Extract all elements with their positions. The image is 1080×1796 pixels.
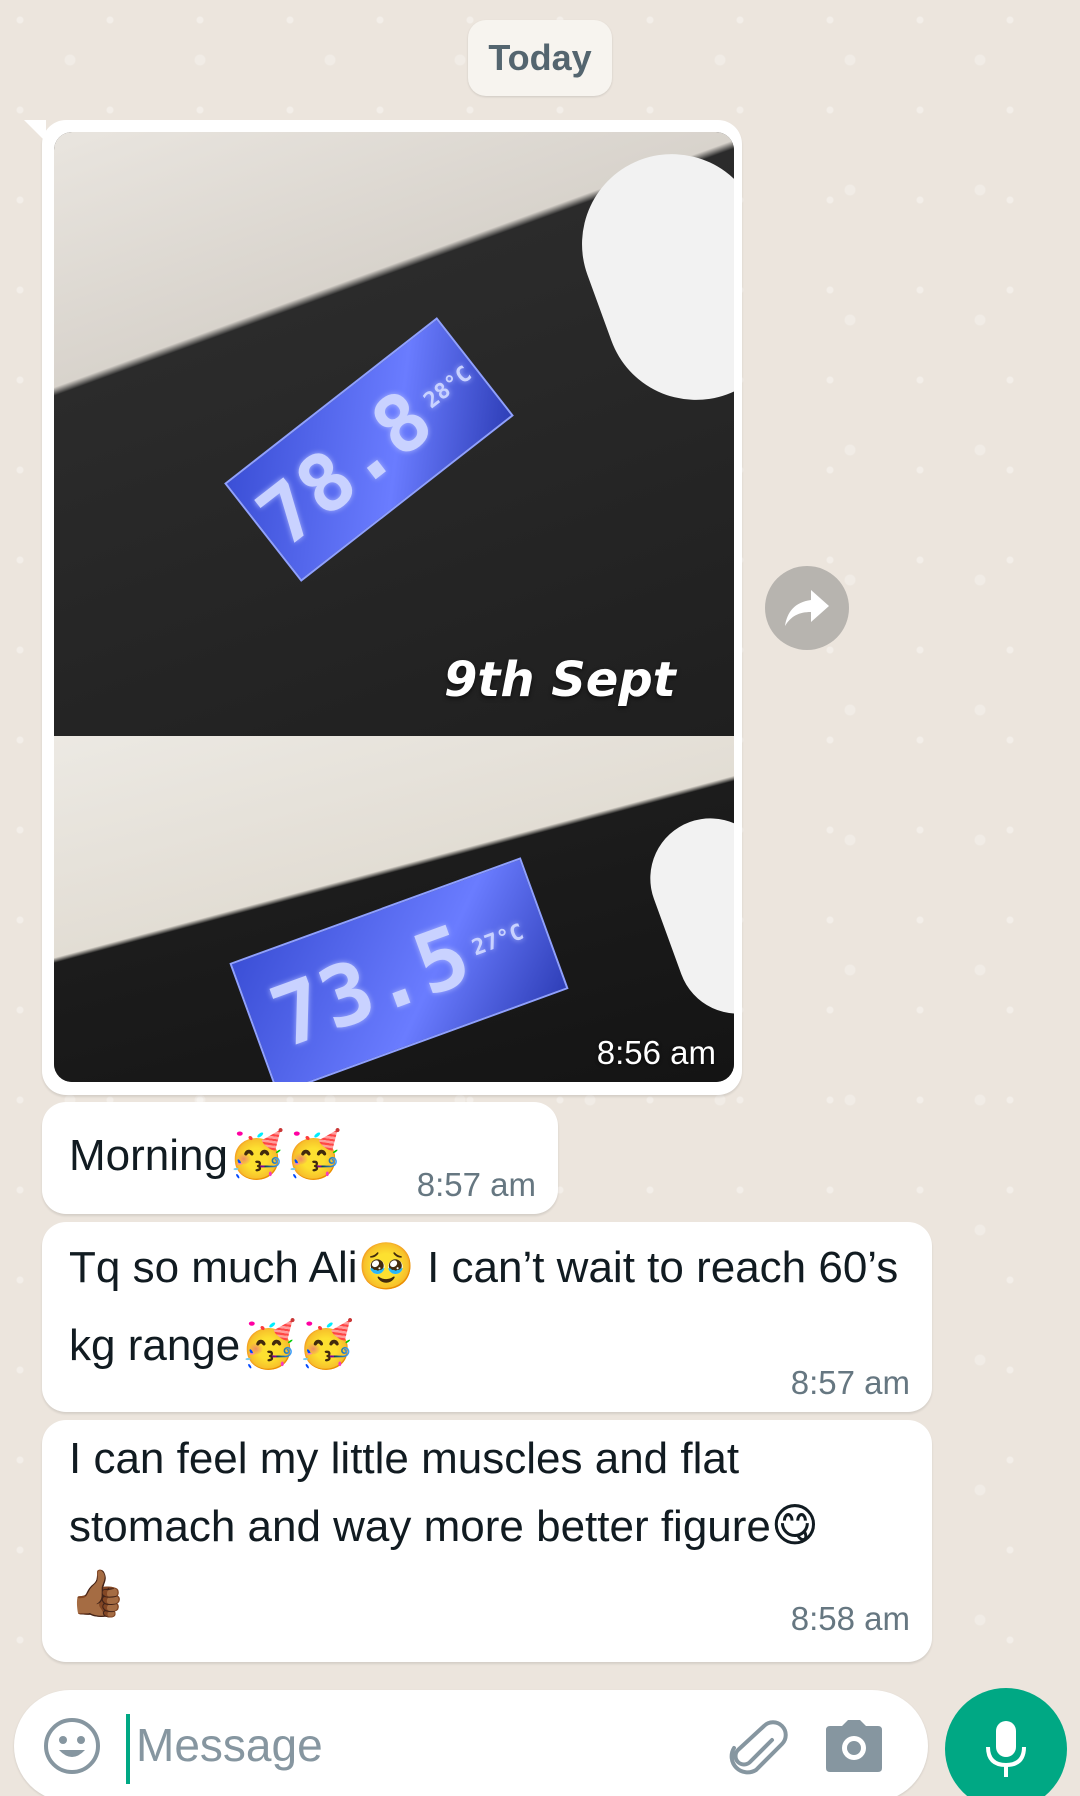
- message-text-part: I can feel my little muscles and flat st…: [69, 1434, 771, 1551]
- message-text: Tq so much Ali🥹 I can’t wait to reach 60…: [69, 1228, 905, 1384]
- message-time: 8:57 am: [416, 1166, 536, 1203]
- message-time: 8:58 am: [790, 1600, 910, 1637]
- message-bubble[interactable]: Morning🥳🥳 8:57 am: [42, 1102, 558, 1214]
- thumbs-up-emoji: 👍🏾: [69, 1567, 127, 1619]
- scale-pad: [633, 801, 734, 1031]
- message-text: Morning: [69, 1131, 228, 1180]
- text-caret: [126, 1714, 130, 1784]
- scale-bottom-reading: 73.5: [258, 905, 483, 1068]
- date-chip: Today: [468, 20, 612, 96]
- smiley-icon[interactable]: [42, 1716, 102, 1776]
- photo-top-scale: 78.8 28°C 9th Sept: [54, 132, 734, 736]
- scale-display-top: 78.8 28°C: [224, 317, 514, 582]
- message-input[interactable]: Message: [136, 1718, 323, 1772]
- message-bubble[interactable]: I can feel my little muscles and flat st…: [42, 1420, 932, 1662]
- teary-emoji: 🥹: [357, 1240, 415, 1292]
- yum-emoji: 😋: [770, 1499, 819, 1551]
- scale-top-reading: 78.8: [240, 372, 450, 565]
- message-time: 8:56 am: [596, 1034, 716, 1071]
- camera-icon[interactable]: [824, 1718, 884, 1774]
- message-text: I can feel my little muscles and flat st…: [69, 1426, 905, 1628]
- scale-display-bottom: 73.5 27°C: [229, 857, 569, 1082]
- party-emoji: 🥳🥳: [240, 1318, 355, 1370]
- message-bubble[interactable]: Tq so much Ali🥹 I can’t wait to reach 60…: [42, 1222, 932, 1412]
- message-text-part: Tq so much Ali: [69, 1243, 358, 1292]
- scale-pad: [556, 132, 734, 426]
- photo-caption: 9th Sept: [444, 652, 676, 708]
- photo-bottom-scale: 73.5 27°C: [54, 736, 734, 1082]
- message-photo[interactable]: 78.8 28°C 9th Sept 73.5 27°C 8:56 am: [54, 132, 734, 1082]
- party-emoji: 🥳🥳: [227, 1128, 343, 1180]
- scale-bottom-temp: 27°C: [468, 919, 527, 961]
- mic-icon: [986, 1721, 1026, 1777]
- message-composer[interactable]: Message: [14, 1690, 928, 1796]
- forward-icon: [785, 590, 829, 626]
- image-message[interactable]: 78.8 28°C 9th Sept 73.5 27°C 8:56 am: [24, 120, 742, 1095]
- message-time: 8:57 am: [790, 1364, 910, 1401]
- scale-top-temp: 28°C: [419, 361, 477, 414]
- forward-button[interactable]: [765, 566, 849, 650]
- paperclip-icon[interactable]: [724, 1714, 788, 1778]
